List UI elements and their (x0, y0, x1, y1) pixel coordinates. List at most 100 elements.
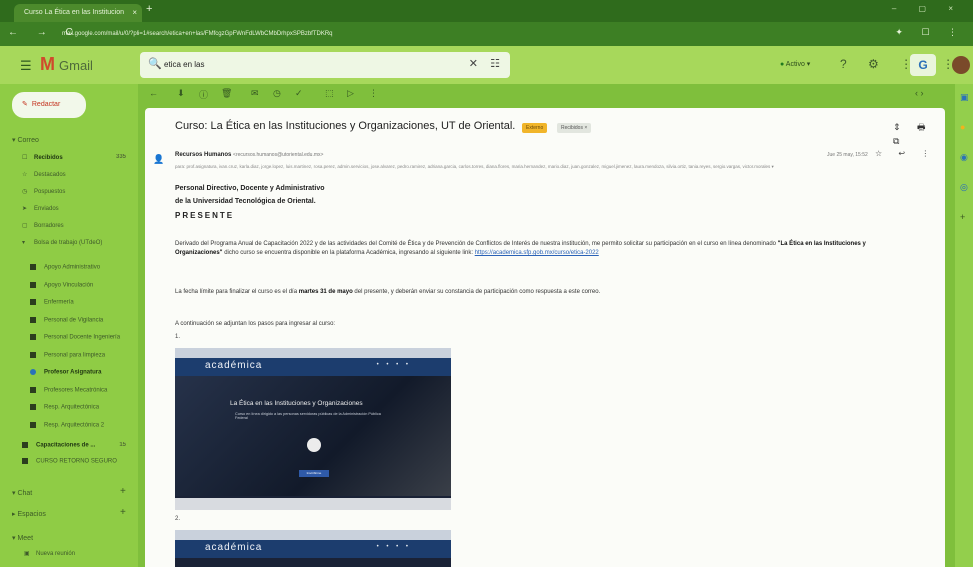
course-link[interactable]: https://academica.sfp.gob.mx/curso/etica… (475, 250, 599, 256)
academica-logo: académica (205, 360, 263, 371)
pager-icons[interactable]: ‹ › (915, 88, 924, 98)
header-icons[interactable]: ? ⚙ ⋮⋮⋮ (840, 57, 963, 71)
window-controls[interactable]: – ▢ × (892, 4, 963, 13)
archive-icon[interactable]: ⬇ (177, 88, 185, 99)
gmail-logo[interactable]: M Gmail (40, 54, 93, 75)
label-square-icon (30, 351, 36, 358)
snooze-icon[interactable]: ◷ (273, 88, 281, 99)
extension-icons[interactable]: ✦ ☐ ⋮ (895, 27, 965, 38)
clear-search-icon[interactable]: ✕ (469, 57, 478, 70)
status-selector[interactable]: ● Activo ▾ (780, 60, 810, 68)
sidebar-item-new-meeting[interactable]: ▣ Nueva reunión (24, 550, 134, 562)
greeting: Personal Directivo, Docente y Administra… (175, 182, 915, 208)
pencil-icon: ✎ (22, 101, 28, 108)
search-input[interactable]: etica en las (164, 60, 204, 69)
section-meet[interactable]: ▾ Meet (12, 534, 33, 542)
new-tab-button[interactable]: + (146, 3, 152, 15)
search-bar[interactable]: 🔍 etica en las ✕ ☷ (140, 52, 510, 78)
keep-icon[interactable]: ● (960, 122, 965, 132)
label-badge-external[interactable]: Externo (522, 123, 548, 133)
sidebar-item[interactable]: ☐ Recibidos 335 (22, 154, 132, 166)
sidebar-subitem[interactable]: Personal para limpieza (30, 351, 140, 364)
tab-close-icon[interactable]: × (132, 4, 137, 22)
step-1-screenshot[interactable]: académica • • • • La Ética en las Instit… (175, 348, 451, 510)
sidebar-subitem[interactable]: Apoyo Vinculación (30, 281, 140, 294)
compose-button[interactable]: ✎ Redactar (12, 92, 86, 118)
tasks-icon[interactable]: ◉ (960, 152, 968, 163)
section-chat[interactable]: ▾ Chat (12, 489, 32, 497)
sidebar-item-label: Destacados (34, 172, 66, 178)
label-square-icon (30, 404, 36, 410)
google-account-badge[interactable]: G (910, 54, 936, 76)
sidebar-item-capacitaciones[interactable]: Capacitaciones de ... 15 (22, 442, 132, 454)
sidebar-subitem[interactable]: Personal de Vigilancia (30, 316, 140, 329)
calendar-icon[interactable]: ▣ (960, 92, 969, 103)
sidebar-item-icon: ➤ (22, 206, 28, 212)
academica-logo: académica (205, 542, 263, 553)
add-space-icon[interactable]: + (120, 507, 126, 518)
sidebar-item-icon: ▾ (22, 240, 26, 246)
browser-tab[interactable]: Curso La Ética en las Institucion × (14, 4, 142, 22)
section-correo[interactable]: ▾ Correo (12, 136, 39, 144)
sidebar-subitem[interactable]: Personal Docente Ingeniería (30, 334, 140, 346)
avatar[interactable] (952, 56, 970, 74)
gmail-logo-text: Gmail (59, 58, 93, 73)
presente: PRESENTE (175, 211, 235, 220)
sidebar-item-label: Bolsa de trabajo (UTdeO) (34, 240, 103, 246)
sidebar-item-label: Apoyo Administrativo (44, 264, 101, 271)
add-task-icon[interactable]: ✓ (295, 88, 303, 99)
search-options-icon[interactable]: ☷ (490, 57, 500, 70)
mark-unread-icon[interactable]: ✉ (251, 88, 259, 99)
sidebar-item-icon: ◷ (22, 189, 28, 195)
more-icon[interactable]: ⋮ (369, 88, 378, 99)
subject-action-icons[interactable]: ⇕ 🖶 ⧉ (893, 120, 945, 147)
sidebar-item[interactable]: ➤ Enviados (22, 205, 132, 217)
sidebar-item[interactable]: ▾ Bolsa de trabajo (UTdeO) (22, 239, 132, 251)
move-to-icon[interactable]: ⬚ (325, 88, 334, 99)
contacts-icon[interactable]: ◎ (960, 182, 968, 193)
back-icon[interactable]: ← (149, 88, 158, 98)
search-icon[interactable]: 🔍 (148, 57, 162, 70)
sidebar-item[interactable]: ◷ Pospuestos (22, 188, 132, 200)
sidebar-subitem[interactable]: Profesores Mecatrónica (30, 386, 140, 399)
url-field[interactable]: mail.google.com/mail/u/0/?pli=1#search/e… (62, 27, 852, 41)
side-panel: ▣ ● ◉ ◎ + (955, 84, 973, 567)
sidebar-subitem[interactable]: Apoyo Administrativo (30, 264, 140, 276)
sidebar-subitem[interactable]: Enfermería (30, 299, 140, 311)
sidebar-item-label: Nueva reunión (36, 551, 76, 557)
label-square-icon (30, 281, 36, 288)
compose-label: Redactar (31, 101, 61, 108)
sidebar-subitem[interactable]: Resp. Arquitectónica (30, 404, 140, 416)
sidebar-item-curso[interactable]: CURSO RETORNO SEGURO (22, 458, 132, 470)
delete-icon[interactable]: 🗑 (221, 88, 232, 99)
sidebar-item[interactable]: ▢ Borradores (22, 222, 132, 234)
sidebar-item-label: Capacitaciones de ... (36, 442, 96, 449)
sidebar: ✎ Redactar ▾ Correo ☐ Recibidos 335 ☆ Destaca… (0, 84, 138, 567)
sidebar-item-label: Pospuestos (34, 189, 66, 195)
sidebar-subitem[interactable]: Profesor Asignatura (30, 369, 140, 381)
message-toolbar: ← ⬇ ⓘ 🗑 ✉ ◷ ✓ ⬚ ▷ ⋮ ‹ › (145, 86, 945, 106)
step-2-screenshot[interactable]: académica • • • • (175, 530, 451, 567)
paragraph-1: Derivado del Programa Anual de Capacitac… (175, 240, 915, 258)
add-addon-icon[interactable]: + (960, 212, 965, 222)
greeting-line-2: de la Universidad Tecnológica de Orienta… (175, 198, 316, 205)
paragraph-2: La fecha límite para finalizar el curso … (175, 288, 915, 297)
section-espacios[interactable]: ▸ Espacios (12, 510, 46, 518)
screenshot-title: La Ética en las Instituciones y Organiza… (230, 400, 363, 407)
screenshot-button: Inscribirme (299, 470, 329, 477)
sidebar-item-label: Apoyo Vinculación (44, 282, 94, 289)
user-circle-icon (307, 438, 321, 452)
label-square-icon (30, 369, 36, 375)
step-1-number: 1. (175, 334, 181, 340)
labels-icon[interactable]: ▷ (347, 88, 354, 99)
add-chat-icon[interactable]: + (120, 486, 126, 497)
gmail-logo-icon: M (40, 54, 55, 74)
main-menu-icon[interactable]: ☰ (20, 58, 32, 74)
label-badge-inbox[interactable]: Recibidos × (557, 123, 592, 133)
label-square-icon (30, 264, 36, 270)
report-spam-icon[interactable]: ⓘ (199, 88, 208, 101)
sidebar-subitem[interactable]: Resp. Arquitectónica 2 (30, 421, 140, 434)
recipients[interactable]: para: prof.asignatura, ivan.cruz, karla.… (175, 164, 885, 170)
sidebar-item[interactable]: ☆ Destacados (22, 171, 132, 183)
mail-action-icons[interactable]: ☆ ↩ ⋮ (875, 149, 936, 158)
